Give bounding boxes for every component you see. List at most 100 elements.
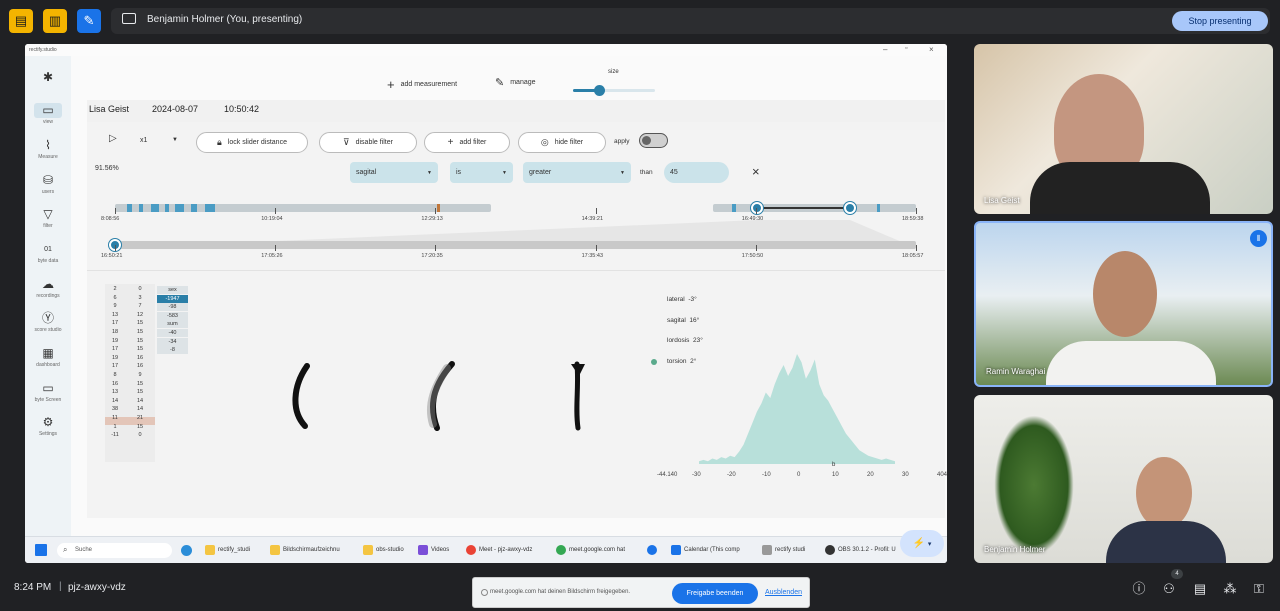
sidebar-item-users[interactable]: ⛁ users bbox=[25, 173, 71, 195]
maximize-icon[interactable]: ▫ bbox=[905, 45, 907, 52]
sidebar-item-dashboard[interactable]: ▦ dashboard bbox=[25, 346, 71, 368]
filter-icon: ▽ bbox=[43, 207, 53, 221]
posture-figure-lateral bbox=[292, 363, 310, 429]
table-cell: 15 bbox=[136, 423, 144, 430]
side-value: sex bbox=[157, 286, 188, 294]
size-slider-track[interactable] bbox=[573, 85, 655, 96]
taskbar-item[interactable] bbox=[647, 545, 657, 555]
participant-tile-active[interactable]: ⦀ Ramin Waraghai bbox=[974, 221, 1273, 387]
participant-shirt bbox=[1030, 162, 1210, 214]
range-end-handle[interactable] bbox=[844, 202, 856, 214]
histogram-tick-label: -44.140 bbox=[657, 472, 678, 478]
taskbar-search-label: Suche bbox=[75, 547, 93, 553]
edit-icon[interactable]: ✎ bbox=[77, 9, 101, 33]
sidebar-item-byte-data[interactable]: 01 byte data bbox=[25, 242, 71, 264]
shared-screen: rectify.studio – ▫ × ✱ ▭ view ⌇ Measure ⛁… bbox=[25, 44, 947, 563]
sidebar-item-byte-screen[interactable]: ▭ byte Screen bbox=[25, 381, 71, 403]
windows-start-icon[interactable] bbox=[35, 544, 47, 556]
sidebar-item-recordings[interactable]: ☁ recordings bbox=[25, 277, 71, 299]
edit-square-icon: ✎ bbox=[495, 77, 505, 89]
taskbar-item[interactable]: rectify_studi bbox=[205, 545, 250, 555]
manage-button[interactable]: ✎ manage bbox=[495, 76, 536, 89]
size-slider-thumb[interactable] bbox=[594, 85, 605, 96]
taskbar-item[interactable]: obs-studio bbox=[363, 545, 404, 555]
tick-mark bbox=[115, 245, 116, 251]
floating-toolbar[interactable]: ⚡ ▾ bbox=[900, 530, 944, 557]
sidebar-item-settings[interactable]: ⚙ Settings bbox=[25, 415, 71, 437]
share-notice-text: meet.google.com hat deinen Bildschirm fr… bbox=[490, 589, 631, 595]
histogram-tick-label: -10 bbox=[762, 472, 771, 478]
tick-label: 17:35:43 bbox=[581, 253, 604, 259]
taskbar-item[interactable]: Bildschirmaufzeichnu bbox=[270, 545, 340, 555]
speed-value[interactable]: x1 bbox=[140, 137, 147, 144]
taskbar-search[interactable]: ⌕ Suche bbox=[57, 543, 172, 558]
filter-field-value: sagital bbox=[356, 169, 377, 176]
chat-icon[interactable]: ▤ bbox=[1192, 581, 1208, 597]
hide-filter-button[interactable]: ◎ hide filter bbox=[518, 132, 606, 153]
close-icon[interactable]: × bbox=[929, 45, 934, 54]
timeline-mark bbox=[437, 204, 440, 212]
minimize-icon[interactable]: – bbox=[883, 45, 887, 54]
remove-filter-icon[interactable]: × bbox=[752, 164, 760, 179]
sidebar-item-measure[interactable]: ⌇ Measure bbox=[25, 138, 71, 160]
tick-mark bbox=[435, 245, 437, 251]
taskbar-item[interactable]: meet.google.com hat bbox=[556, 545, 625, 555]
table-cell: 15 bbox=[136, 320, 144, 327]
lock-icon[interactable]: ⚿ bbox=[1251, 581, 1267, 597]
timeline-bottom[interactable] bbox=[115, 241, 916, 249]
filter-cmp-select[interactable]: greater ▼ bbox=[523, 162, 631, 183]
filter-value-input[interactable]: 45 bbox=[664, 162, 729, 183]
histogram bbox=[699, 354, 895, 464]
table-cell: 15 bbox=[136, 329, 144, 335]
activities-icon[interactable]: ⁂ bbox=[1222, 581, 1238, 597]
participant-tile[interactable]: Benjamin Holmer bbox=[974, 395, 1273, 563]
taskbar-item-label: Videos bbox=[431, 547, 450, 553]
separator: | bbox=[59, 581, 62, 592]
end-share-button[interactable]: Freigabe beenden bbox=[672, 583, 758, 604]
histogram-tick-label: 30 bbox=[902, 472, 909, 478]
people-icon[interactable]: ⚇ bbox=[1161, 581, 1177, 597]
info-icon[interactable]: ⓘ bbox=[1131, 581, 1147, 597]
sidebar-label: users bbox=[41, 189, 55, 195]
hide-button[interactable]: Ausblenden bbox=[765, 589, 802, 596]
docs-icon[interactable]: ▥ bbox=[43, 9, 67, 33]
edge-icon[interactable] bbox=[181, 545, 192, 556]
measure-icon: ⌇ bbox=[45, 138, 51, 152]
add-filter-label: add filter bbox=[459, 139, 487, 146]
sidebar-item-filter[interactable]: ▽ filter bbox=[25, 207, 71, 229]
tick-label: 16:50:21 bbox=[101, 253, 123, 259]
chrome-icon bbox=[466, 545, 476, 555]
stop-presenting-button[interactable]: Stop presenting bbox=[1172, 11, 1268, 31]
sidebar-item-score-studio[interactable]: Ⓨscore studio bbox=[25, 311, 71, 333]
taskbar-item[interactable]: Meet - pjz-awxy-vdz bbox=[466, 545, 532, 555]
top-bar: ▤ ▥ ✎ Benjamin Holmer (You, presenting) … bbox=[0, 0, 1280, 40]
filter-field-select[interactable]: sagital ▼ bbox=[350, 162, 438, 183]
disable-filter-button[interactable]: ⊽ disable filter bbox=[319, 132, 417, 153]
lock-slider-button[interactable]: 🔒︎ lock slider distance bbox=[196, 132, 308, 153]
table-cell: 14 bbox=[136, 406, 144, 413]
table-cell: 3 bbox=[138, 294, 142, 301]
taskbar-item[interactable]: rectify studi bbox=[762, 545, 805, 555]
participant-tile[interactable]: Lisa Geist bbox=[974, 44, 1273, 214]
timeline-mark bbox=[139, 204, 143, 212]
chevron-down-icon: ▼ bbox=[502, 169, 507, 176]
filter-op-select[interactable]: is ▼ bbox=[450, 162, 513, 183]
chevron-down-icon[interactable]: ▼ bbox=[172, 137, 178, 143]
add-filter-button[interactable]: + add filter bbox=[424, 132, 510, 153]
windows-taskbar: ⌕ Suche rectify_studi Bildschirmaufzeich… bbox=[25, 536, 947, 563]
apply-toggle[interactable] bbox=[639, 133, 668, 148]
sidebar-label: filter bbox=[43, 223, 53, 229]
range-start-handle[interactable] bbox=[751, 202, 763, 214]
play-icon[interactable]: ▷ bbox=[109, 133, 117, 144]
taskbar-item[interactable]: Videos bbox=[418, 545, 449, 555]
sidebar-item-view[interactable]: ▭ view bbox=[25, 103, 71, 125]
metric-sagital: sagital 16° bbox=[667, 317, 699, 324]
taskbar-item[interactable]: OBS 30.1.2 - Profil: U bbox=[825, 545, 896, 555]
sidebar-item-bluetooth[interactable]: ✱ bbox=[25, 70, 71, 85]
taskbar-item[interactable]: Calendar (This comp bbox=[671, 545, 740, 555]
metric-value: 23° bbox=[693, 337, 703, 344]
add-measurement-button[interactable]: + add measurement bbox=[387, 77, 457, 92]
histogram-marker: b bbox=[832, 462, 836, 468]
posture-figures bbox=[292, 361, 585, 431]
slides-icon[interactable]: ▤ bbox=[9, 9, 33, 33]
